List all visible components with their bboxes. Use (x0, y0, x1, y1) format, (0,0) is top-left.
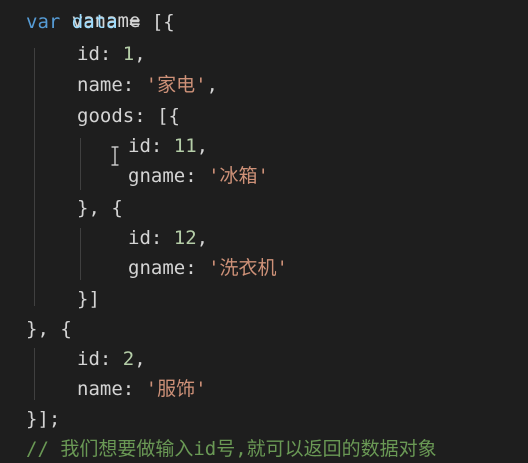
code-token: gname (128, 257, 186, 279)
code-line: id: 12, (128, 223, 208, 253)
code-token: , (134, 348, 146, 370)
code-token: : (122, 74, 146, 96)
code-token: : (99, 348, 123, 370)
code-token: : (122, 378, 146, 400)
code-token: name (77, 378, 123, 400)
code-line: name: '家电', (77, 70, 218, 100)
code-token: }, { (26, 318, 72, 340)
code-token: id (77, 348, 100, 370)
code-token: '服饰' (145, 378, 207, 400)
code-line: id: 11, (128, 131, 208, 161)
code-line: }] (77, 284, 100, 314)
code-line: gname: '冰箱' (128, 161, 269, 191)
code-line: var data = [{ (26, 7, 175, 37)
code-token: id (128, 227, 151, 249)
indent-guide (34, 348, 35, 400)
code-token: '冰箱' (208, 165, 269, 187)
code-token: }]; (26, 408, 61, 430)
code-line: gname: '洗衣机' (128, 253, 288, 283)
code-token: // 我们想要做输入id号,就可以返回的数据对象 (26, 438, 437, 460)
code-token: , (196, 227, 209, 249)
code-token: : [{ (134, 105, 180, 127)
code-token: , (134, 43, 146, 65)
code-token: , (206, 74, 218, 96)
code-token: gname (128, 165, 186, 187)
code-token: 1 (122, 43, 135, 65)
code-token: id (128, 135, 151, 157)
code-line: // 我们想要做输入id号,就可以返回的数据对象 (26, 434, 437, 463)
code-token: var (26, 11, 61, 33)
code-line: goods: [{ (77, 101, 180, 131)
indent-guide (34, 48, 35, 306)
code-token: : (150, 135, 174, 157)
code-token: '家电' (145, 74, 207, 96)
code-token: 11 (173, 135, 197, 157)
code-token: : (185, 257, 209, 279)
code-line: id: 1, (77, 39, 146, 69)
indent-guide (80, 138, 81, 190)
code-token: data (71, 11, 118, 33)
code-token: : (99, 43, 123, 65)
code-token: id (77, 43, 100, 65)
code-token: = [{ (117, 11, 175, 33)
partial-line-above: vaname (26, 0, 141, 32)
code-token: name (77, 74, 123, 96)
code-token: : (150, 227, 174, 249)
text-cursor-icon (111, 146, 119, 166)
code-line: }, { (77, 193, 123, 223)
code-line: id: 2, (77, 344, 146, 374)
code-token: 12 (173, 227, 197, 249)
code-line: }]; (26, 404, 60, 434)
code-token: goods (77, 105, 135, 127)
code-token: : (185, 165, 209, 187)
code-token: }] (77, 288, 100, 310)
code-token: 2 (122, 348, 135, 370)
code-token: '洗衣机' (208, 257, 288, 279)
indent-guide (80, 228, 81, 280)
code-editor[interactable]: vaname var data = [{id: 1, name: '家电', goo… (0, 0, 528, 463)
code-line: }, { (26, 314, 72, 344)
code-line: name: '服饰' (77, 374, 207, 404)
code-token: }, { (77, 197, 123, 219)
code-token: , (196, 135, 209, 157)
